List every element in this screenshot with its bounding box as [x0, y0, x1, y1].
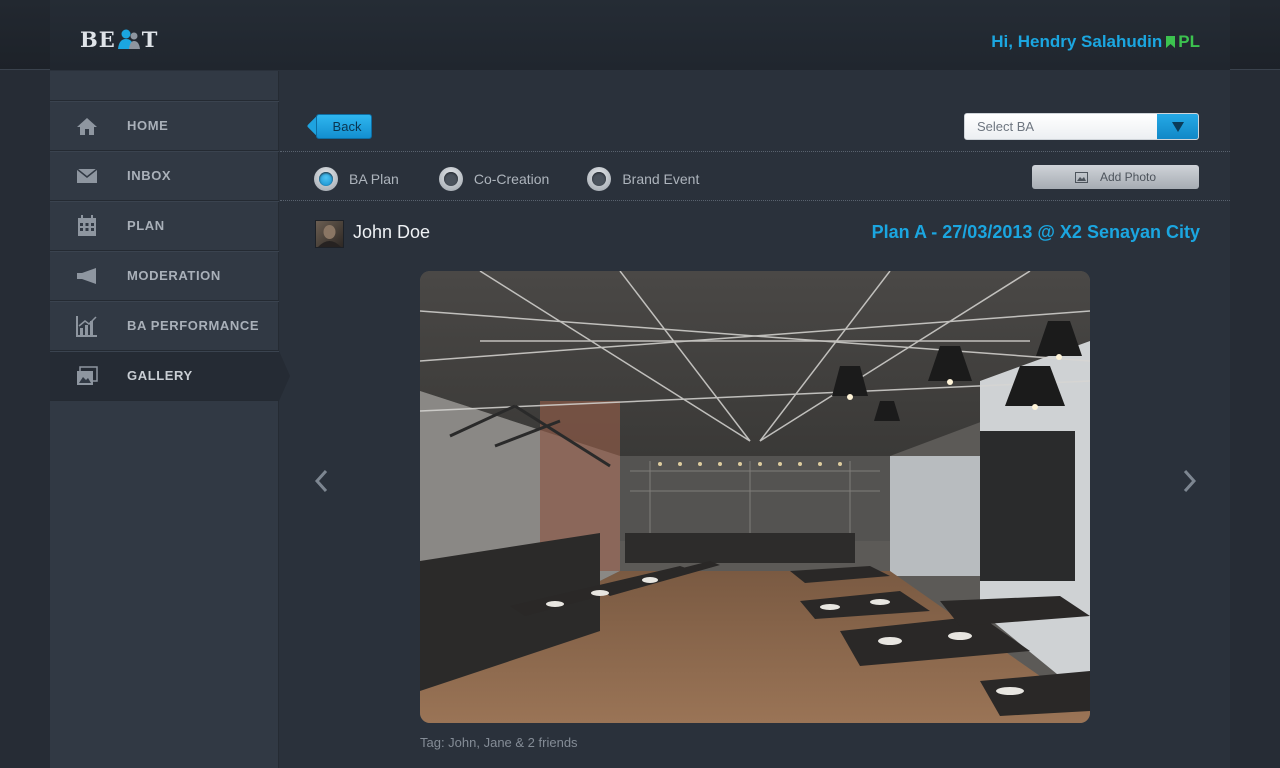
select-ba-dropdown[interactable]: Select BA [964, 113, 1199, 140]
restaurant-photo [420, 271, 1090, 723]
sidebar-item-label: GALLERY [127, 368, 193, 383]
sidebar-item-moderation[interactable]: MODERATION [50, 251, 279, 301]
sidebar-item-inbox[interactable]: INBOX [50, 151, 279, 201]
app-logo[interactable]: BE T [80, 26, 158, 52]
sidebar: HOME INBOX PLAN MODERATION BA PERFORMANC… [50, 71, 290, 768]
radio-label: Co-Creation [473, 171, 550, 187]
radio-button[interactable] [438, 167, 463, 191]
sidebar-item-plan[interactable]: PLAN [50, 201, 279, 251]
megaphone-icon [76, 265, 98, 287]
photo-tags[interactable]: Tag: John, Jane & 2 friends [420, 735, 578, 750]
page-margin-left [0, 0, 50, 768]
gallery-photo[interactable] [420, 271, 1090, 723]
back-button[interactable]: Back [316, 114, 372, 139]
sidebar-nav: HOME INBOX PLAN MODERATION BA PERFORMANC… [50, 100, 290, 401]
radio-label: Brand Event [622, 171, 700, 187]
top-bar-inner: BE T Hi, Hendry Salahudin PL [50, 0, 1230, 70]
triangle-down-icon [1171, 121, 1184, 132]
main-content: Back Select BA BA Plan Co-Creation Brand… [280, 71, 1230, 768]
role-badge: PL [1165, 32, 1200, 52]
divider [280, 151, 1230, 152]
sidebar-item-label: INBOX [127, 168, 172, 183]
calendar-icon [76, 214, 98, 237]
add-photo-label: Add Photo [1099, 170, 1157, 184]
next-photo-icon[interactable] [1182, 469, 1198, 493]
greeting-text: Hi, Hendry Salahudin [991, 32, 1163, 51]
top-bar: BE T Hi, Hendry Salahudin PL [0, 0, 1280, 70]
post-plan-title[interactable]: Plan A - 27/03/2013 @ X2 Senayan City [872, 222, 1200, 243]
sidebar-item-gallery[interactable]: GALLERY [50, 351, 290, 401]
radio-button[interactable] [587, 167, 612, 191]
radio-button[interactable] [314, 167, 338, 191]
sidebar-item-label: PLAN [127, 218, 165, 233]
sidebar-item-label: BA PERFORMANCE [127, 318, 260, 333]
image-icon [1074, 171, 1088, 183]
previous-photo-icon[interactable] [313, 469, 329, 493]
role-text: PL [1178, 32, 1200, 51]
flag-icon [1166, 36, 1176, 48]
avatar-person-icon [318, 225, 341, 247]
logo-people-icon [117, 29, 140, 49]
user-greeting[interactable]: Hi, Hendry Salahudin PL [991, 32, 1200, 52]
divider [280, 200, 1230, 201]
sidebar-item-ba-performance[interactable]: BA PERFORMANCE [50, 301, 279, 351]
radio-label: BA Plan [349, 171, 399, 187]
sidebar-item-label: MODERATION [127, 268, 221, 283]
gallery-icon [76, 365, 98, 387]
select-ba-toggle[interactable] [1157, 114, 1198, 139]
bar-chart-icon [76, 315, 98, 337]
select-ba-value: Select BA [965, 114, 1157, 139]
page-margin-right [1230, 0, 1280, 768]
post-author[interactable]: John Doe [353, 222, 430, 243]
radio-co-creation[interactable]: Co-Creation [438, 167, 550, 191]
post-type-filter: BA Plan Co-Creation Brand Event [314, 167, 739, 191]
avatar[interactable] [315, 220, 344, 248]
logo-text-left: BE [80, 26, 116, 52]
radio-brand-event[interactable]: Brand Event [587, 167, 699, 191]
add-photo-button[interactable]: Add Photo [1032, 165, 1199, 189]
sidebar-item-home[interactable]: HOME [50, 101, 279, 151]
home-icon [76, 115, 98, 137]
sidebar-item-label: HOME [127, 118, 169, 133]
post-header: John Doe Plan A - 27/03/2013 @ X2 Senaya… [315, 220, 1200, 248]
radio-ba-plan[interactable]: BA Plan [314, 167, 399, 191]
logo-text-right: T [141, 26, 159, 52]
envelope-icon [76, 165, 98, 187]
